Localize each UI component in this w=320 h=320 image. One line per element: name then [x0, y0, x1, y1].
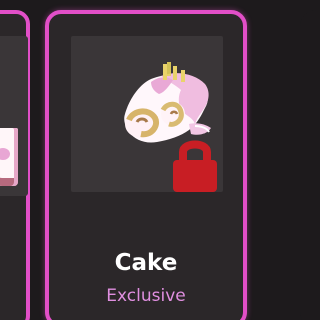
item-rarity: Exclusive — [106, 286, 186, 306]
item-image — [71, 36, 223, 192]
inventory-grid: Cake Exclusive — [0, 0, 320, 320]
item-card-cake[interactable]: Cake Exclusive — [45, 10, 247, 320]
item-card-next — [300, 10, 320, 320]
item-card-previous[interactable] — [0, 10, 30, 320]
item-image-previous — [0, 36, 28, 196]
lock-icon — [173, 140, 217, 192]
item-name: Cake — [114, 250, 178, 276]
